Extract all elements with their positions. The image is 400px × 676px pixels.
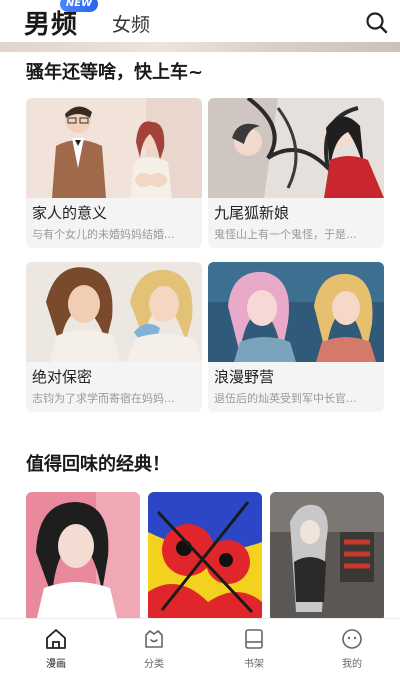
comic-cover-image	[148, 492, 262, 622]
comic-cover-image	[208, 262, 384, 362]
comic-cover-image	[26, 98, 202, 198]
comic-card[interactable]: 浪漫野营 退伍后的灿英受到军中长官...	[208, 262, 384, 412]
comic-description: 志钧为了求学而寄宿在妈妈...	[32, 392, 175, 405]
nav-item-profile[interactable]: 我的	[322, 627, 382, 670]
comic-description: 与有个女儿的未婚妈妈结婚...	[32, 228, 175, 241]
comic-cover-image	[270, 492, 384, 622]
comic-description: 退伍后的灿英受到军中长官...	[214, 392, 357, 405]
classic-comic-cover[interactable]	[148, 492, 262, 622]
section-title-recommend: 骚年还等啥，快上车~	[26, 62, 204, 83]
banner-strip[interactable]	[0, 42, 400, 52]
nav-label: 漫画	[46, 659, 66, 670]
section-title-classics: 值得回味的经典！	[26, 454, 170, 475]
classic-comic-cover[interactable]	[26, 492, 140, 622]
new-badge: NEW	[60, 0, 98, 12]
profile-icon	[342, 629, 362, 649]
search-button[interactable]	[364, 10, 390, 36]
comic-title: 浪漫野营	[214, 368, 275, 386]
comic-title: 家人的意义	[32, 204, 108, 222]
comic-card[interactable]: 家人的意义 与有个女儿的未婚妈妈结婚...	[26, 98, 202, 248]
tab-female[interactable]: 女频	[112, 10, 150, 37]
nav-item-category[interactable]: 分类	[124, 627, 184, 670]
nav-item-bookshelf[interactable]: 书架	[224, 627, 284, 670]
nav-label: 书架	[244, 659, 264, 670]
classic-comic-cover[interactable]	[270, 492, 384, 622]
comic-card[interactable]: 绝对保密 志钧为了求学而寄宿在妈妈...	[26, 262, 202, 412]
nav-label: 我的	[342, 659, 362, 670]
comic-description: 鬼怪山上有一个鬼怪，于是...	[214, 228, 357, 241]
search-icon	[366, 12, 388, 34]
comic-cover-image	[26, 262, 202, 362]
top-header: 男频 NEW 女频	[0, 0, 400, 46]
comic-card[interactable]: 九尾狐新娘 鬼怪山上有一个鬼怪，于是...	[208, 98, 384, 248]
comic-title: 绝对保密	[32, 368, 93, 386]
nav-label: 分类	[144, 659, 164, 670]
nav-item-comics[interactable]: 漫画	[26, 627, 86, 670]
bottom-navigation: 漫画 分类 书架 我的	[0, 618, 400, 676]
bookshelf-icon	[245, 629, 263, 649]
comic-cover-image	[26, 492, 140, 622]
home-icon	[46, 629, 66, 649]
comic-cover-image	[208, 98, 384, 198]
comic-title: 九尾狐新娘	[214, 204, 290, 222]
category-icon	[145, 630, 163, 648]
